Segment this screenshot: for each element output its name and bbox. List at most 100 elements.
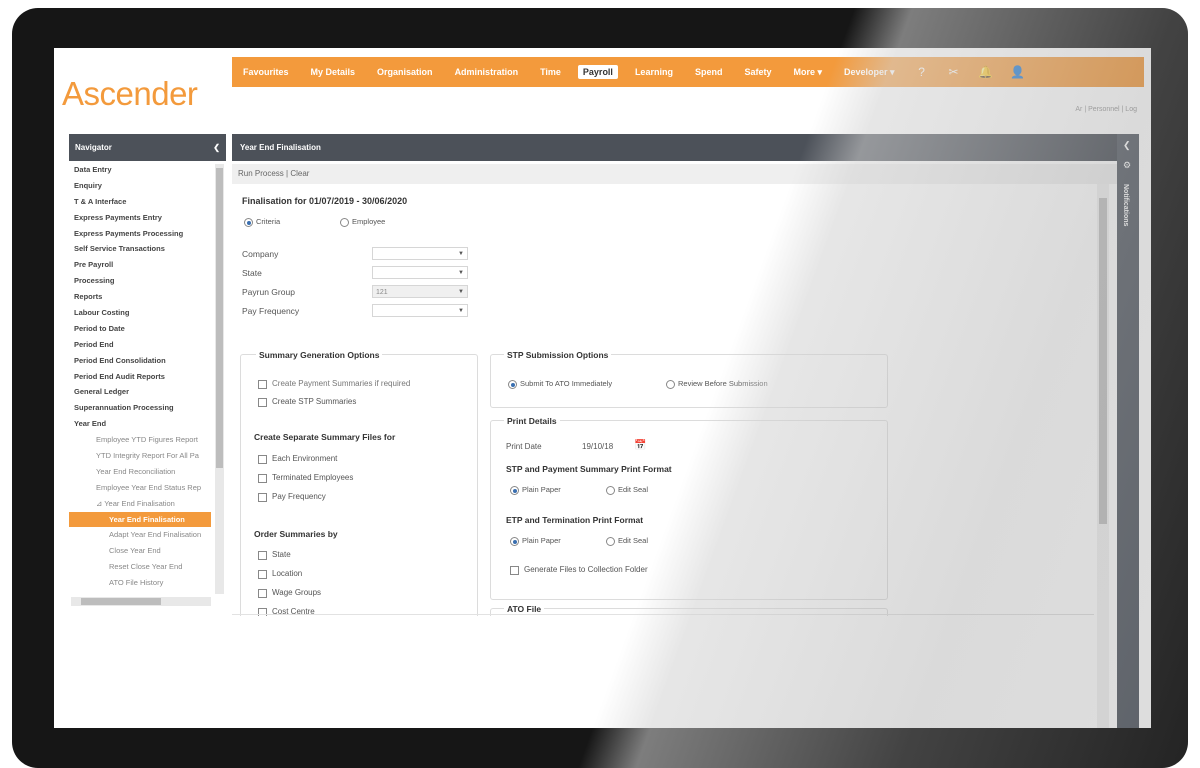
top-navigation-bar: Favourites My Details Organisation Administ…	[232, 57, 1144, 87]
ascender-logo[interactable]: Ascender	[62, 75, 198, 113]
navigator-item[interactable]: Superannuation Processing	[69, 400, 211, 416]
stp-plain-paper-radio[interactable]	[510, 486, 519, 495]
nav-item-safety[interactable]: Safety	[733, 67, 782, 77]
order-wage-groups-checkbox[interactable]	[258, 589, 267, 598]
nav-item-administration[interactable]: Administration	[444, 67, 530, 77]
navigator-item[interactable]: Express Payments Processing	[69, 226, 211, 242]
company-select[interactable]: ▼	[372, 247, 468, 260]
nav-item-time[interactable]: Time	[529, 67, 572, 77]
main-vertical-scrollbar[interactable]	[1097, 184, 1109, 728]
navigator-item[interactable]: Year End Reconciliation	[69, 464, 211, 480]
terminated-employees-label: Terminated Employees	[272, 473, 354, 482]
order-summaries-title: Order Summaries by	[254, 529, 338, 539]
stp-submission-title: STP Submission Options	[504, 350, 612, 360]
each-environment-checkbox[interactable]	[258, 455, 267, 464]
criteria-radio[interactable]	[244, 218, 253, 227]
pay-frequency-select[interactable]: ▼	[372, 304, 468, 317]
navigator-item[interactable]: Period End Audit Reports	[69, 369, 211, 385]
etp-plain-paper-radio[interactable]	[510, 537, 519, 546]
stp-edit-seal-label: Edit Seal	[618, 485, 649, 494]
navigator-item[interactable]: Period End Consolidation	[69, 353, 211, 369]
order-state-label: State	[272, 550, 291, 559]
navigator-item[interactable]: Labour Costing	[69, 305, 211, 321]
etp-plain-paper-label: Plain Paper	[522, 536, 561, 545]
stp-plain-paper-label: Plain Paper	[522, 485, 561, 494]
submit-immediately-label: Submit To ATO Immediately	[520, 379, 613, 388]
navigator-item[interactable]: Period End	[69, 337, 211, 353]
navigator-item[interactable]: YTD Integrity Report For All Pa	[69, 448, 211, 464]
navigator-item[interactable]: Year End	[69, 416, 211, 432]
laptop-bezel: Ascender Favourites My Details Organisatio…	[12, 8, 1188, 768]
payrun-group-select[interactable]: 121 ▼	[372, 285, 468, 298]
order-location-checkbox[interactable]	[258, 570, 267, 579]
create-stp-summaries-checkbox[interactable]	[258, 398, 267, 407]
settings-gear-icon[interactable]: ⚙	[1123, 160, 1131, 171]
create-payment-summaries-checkbox[interactable]	[258, 380, 267, 389]
navigator-item[interactable]: Employee Year End Status Rep	[69, 480, 211, 496]
employee-radio[interactable]	[340, 218, 349, 227]
ato-file-title: ATO File	[504, 604, 545, 614]
review-before-submission-radio[interactable]	[666, 380, 675, 389]
navigator-item[interactable]: General Ledger	[69, 384, 211, 400]
navigator-item[interactable]: Pre Payroll	[69, 257, 211, 273]
notifications-label: Notifications	[1122, 184, 1129, 227]
finalisation-form: Finalisation for 01/07/2019 - 30/06/2020…	[232, 184, 1094, 616]
app-screen: Ascender Favourites My Details Organisatio…	[54, 48, 1151, 728]
each-environment-label: Each Environment	[272, 454, 338, 463]
user-icon[interactable]: 👤	[1002, 65, 1034, 79]
navigator-item[interactable]: T & A Interface	[69, 194, 211, 210]
notifications-sidebar[interactable]: ❮ ⚙ Notifications	[1117, 134, 1139, 728]
create-stp-summaries-label: Create STP Summaries	[272, 397, 357, 406]
help-icon[interactable]: ?	[906, 65, 938, 79]
pay-frequency-checkbox[interactable]	[258, 493, 267, 502]
breadcrumb[interactable]: Ar | Personnel | Log	[1075, 106, 1137, 113]
submit-immediately-radio[interactable]	[508, 380, 517, 389]
company-label: Company	[242, 249, 279, 259]
nav-item-spend[interactable]: Spend	[684, 67, 734, 77]
criteria-radio-label: Criteria	[256, 217, 281, 226]
tools-icon[interactable]: ✂	[938, 65, 970, 79]
nav-item-learning[interactable]: Learning	[624, 67, 684, 77]
separate-files-title: Create Separate Summary Files for	[254, 432, 396, 442]
nav-item-my-details[interactable]: My Details	[300, 67, 367, 77]
order-state-checkbox[interactable]	[258, 551, 267, 560]
expand-notifications-icon[interactable]: ❮	[1123, 140, 1131, 151]
etp-edit-seal-radio[interactable]	[606, 537, 615, 546]
generate-files-checkbox[interactable]	[510, 566, 519, 575]
navigator-item[interactable]: Employee YTD Figures Report	[69, 432, 211, 448]
navigator-item[interactable]: Adapt Year End Finalisation	[69, 527, 211, 543]
navigator-item[interactable]: Self Service Transactions	[69, 241, 211, 257]
navigator-item[interactable]: ⊿ Year End Finalisation	[69, 496, 211, 512]
navigator-item[interactable]: Close Year End	[69, 543, 211, 559]
navigator-vertical-scrollbar[interactable]	[215, 164, 224, 594]
navigator-item[interactable]: Express Payments Entry	[69, 210, 211, 226]
calendar-icon[interactable]: 📅	[634, 440, 646, 451]
pay-frequency-option-label: Pay Frequency	[272, 492, 326, 501]
navigator-horizontal-scrollbar[interactable]	[71, 597, 211, 606]
finalisation-heading: Finalisation for 01/07/2019 - 30/06/2020	[242, 196, 408, 206]
nav-item-organisation[interactable]: Organisation	[366, 67, 444, 77]
nav-item-developer[interactable]: Developer ▾	[833, 67, 906, 78]
bell-icon[interactable]: 🔔	[970, 65, 1002, 79]
navigator-item[interactable]: Reports	[69, 289, 211, 305]
nav-item-favourites[interactable]: Favourites	[232, 67, 300, 77]
stp-edit-seal-radio[interactable]	[606, 486, 615, 495]
navigator-item[interactable]: Period to Date	[69, 321, 211, 337]
state-label: State	[242, 268, 262, 278]
navigator-item[interactable]: Data Entry	[69, 162, 211, 178]
navigator-item[interactable]: Reset Close Year End	[69, 559, 211, 575]
print-details-title: Print Details	[504, 416, 560, 426]
collapse-navigator-icon[interactable]: ❮	[213, 143, 220, 152]
print-date-input[interactable]: 19/10/18	[582, 442, 613, 451]
nav-item-payroll[interactable]: Payroll	[577, 65, 618, 79]
navigator-item[interactable]: Processing	[69, 273, 211, 289]
navigator-item[interactable]: ATO File History	[69, 575, 211, 591]
panel-toolbar[interactable]: Run Process | Clear	[232, 164, 1123, 184]
terminated-employees-checkbox[interactable]	[258, 474, 267, 483]
state-select[interactable]: ▼	[372, 266, 468, 279]
navigator-header: Navigator ❮	[69, 134, 226, 161]
nav-item-more[interactable]: More ▾	[782, 67, 833, 78]
navigator-item[interactable]: Enquiry	[69, 178, 211, 194]
navigator-item[interactable]: Year End Finalisation	[69, 511, 211, 528]
navigator-panel: Navigator ❮ Data Entry Enquiry T & A Inter…	[69, 134, 226, 612]
